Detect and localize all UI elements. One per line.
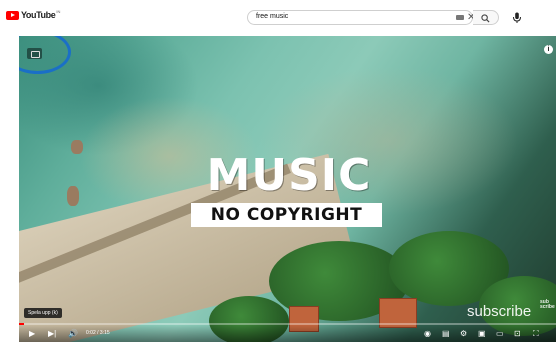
logo-text: YouTube [21, 10, 56, 20]
video-player[interactable]: MUSIC NO COPYRIGHT i subscribe sub scribe… [19, 36, 556, 342]
play-tooltip: Spela upp (k) [24, 308, 62, 318]
settings-icon[interactable]: ⚙ [460, 329, 467, 338]
youtube-logo[interactable]: YouTube IN [6, 8, 61, 20]
time-display: 0:02 / 3:15 [86, 330, 110, 336]
info-icon[interactable]: i [544, 45, 553, 54]
volume-icon[interactable]: 🔊 [68, 329, 78, 338]
mic-icon[interactable] [512, 12, 522, 24]
masthead: YouTube IN free music ✕ [0, 0, 556, 36]
subscribe-watermark[interactable]: subscribe [467, 303, 531, 320]
fullscreen-icon[interactable]: ⛶ [533, 329, 539, 338]
scene-rock [67, 186, 79, 206]
country-code: IN [56, 8, 61, 14]
next-icon[interactable]: ▶| [48, 329, 56, 338]
miniplayer-icon[interactable]: ▣ [478, 329, 486, 338]
search-query: free music [256, 13, 289, 20]
video-title-overlay: MUSIC NO COPYRIGHT [191, 150, 387, 227]
title-music: MUSIC [206, 150, 372, 201]
youtube-logo-icon [6, 10, 19, 20]
play-icon[interactable]: ▶ [29, 329, 35, 338]
cast-icon[interactable]: ⊡ [514, 329, 521, 338]
search-input[interactable]: free music ✕ [247, 10, 475, 25]
search-icon [481, 14, 490, 23]
search-button[interactable] [473, 10, 499, 25]
keyboard-icon[interactable] [456, 15, 464, 20]
scene-rock [71, 140, 83, 154]
title-no-copyright: NO COPYRIGHT [210, 205, 363, 225]
player-controls: ▶ ▶| 🔊 0:02 / 3:15 ◉ ▤ ⚙ ▣ ▭ ⊡ ⛶ [19, 325, 556, 342]
title-banner: NO COPYRIGHT [191, 203, 382, 227]
autoplay-icon[interactable]: ◉ [424, 329, 431, 338]
subtitles-icon[interactable]: ▤ [442, 329, 450, 338]
theater-icon[interactable]: ▭ [496, 329, 504, 338]
subscribe-watermark-mini: sub scribe [540, 299, 555, 310]
